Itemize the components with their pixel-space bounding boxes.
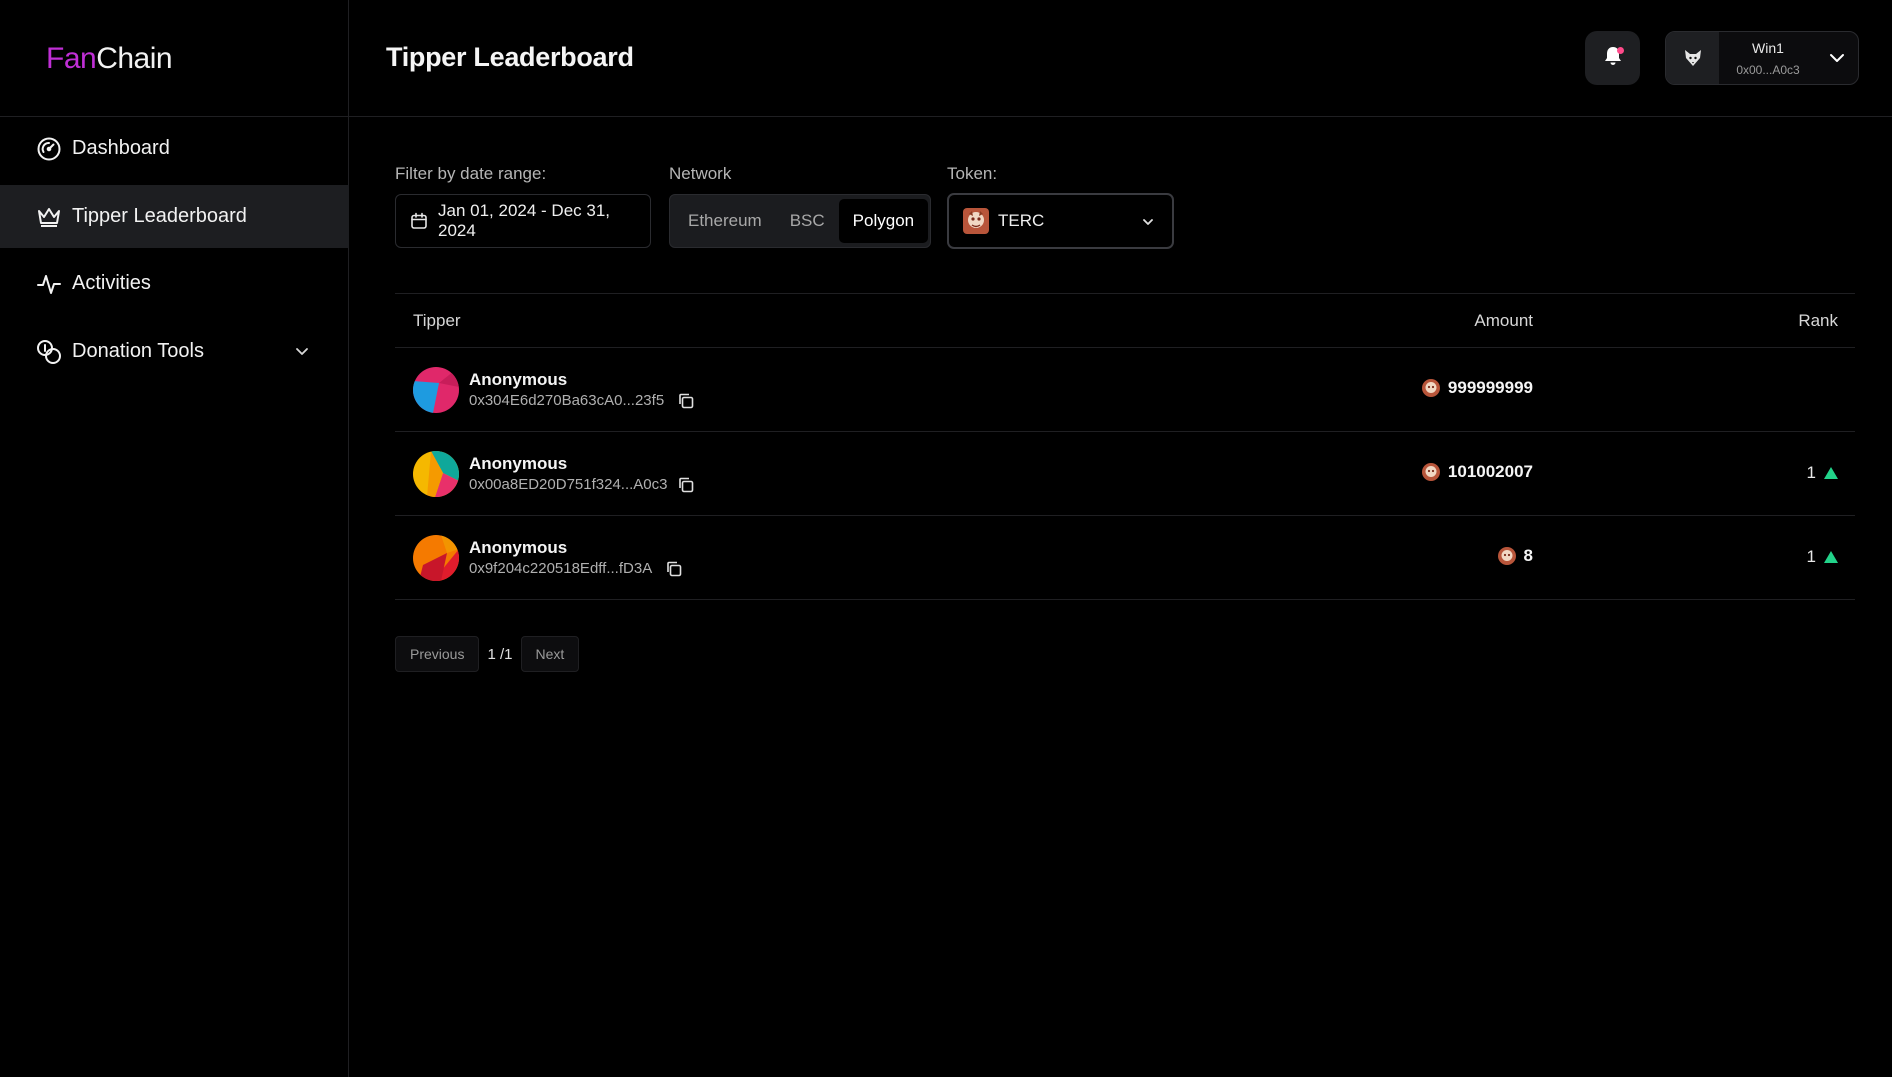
date-filter-label: Filter by date range: — [395, 164, 547, 183]
token-logo-icon — [1421, 463, 1440, 481]
token-value: TERC — [998, 211, 1045, 230]
avatar — [413, 451, 459, 497]
wolf-avatar-icon — [1684, 50, 1701, 66]
sidebar-item-activities[interactable]: Activities — [0, 252, 349, 315]
crown-icon — [36, 204, 62, 230]
user-profile-menu[interactable]: Win1 0x00...A0c3 — [1665, 31, 1859, 85]
tip-amount: 999999999 — [1421, 378, 1533, 398]
tip-amount-value: 101002007 — [1447, 462, 1533, 481]
notification-dot — [1617, 47, 1624, 54]
tip-amount-value: 8 — [1523, 546, 1533, 565]
token-filter-label: Token: — [947, 164, 998, 183]
avatar — [413, 367, 459, 413]
network-selector: Ethereum BSC Polygon — [669, 194, 931, 248]
network-option-ethereum[interactable]: Ethereum — [674, 199, 776, 243]
calendar-icon — [410, 212, 428, 230]
top-header: Tipper Leaderboard Win1 0x00...A0c3 — [349, 0, 1892, 117]
sidebar: FanChain Dashboard Tipper Leaderboard Ac… — [0, 0, 349, 1077]
rank-value: 1 — [1806, 463, 1816, 482]
chevron-down-icon — [1828, 49, 1846, 72]
sidebar-item-label: Dashboard — [72, 137, 170, 159]
sidebar-item-label: Donation Tools — [72, 340, 204, 362]
tip-amount-value: 999999999 — [1447, 378, 1533, 397]
network-option-polygon[interactable]: Polygon — [838, 199, 929, 243]
tip-amount: 8 — [1497, 546, 1533, 566]
token-logo-icon — [1421, 379, 1440, 397]
rank-value: 1 — [1806, 547, 1816, 566]
logo-part-chain: Chain — [96, 42, 173, 75]
copy-icon[interactable] — [677, 392, 695, 415]
date-range-picker[interactable]: Jan 01, 2024 - Dec 31, 2024 — [395, 194, 651, 248]
rank-up-icon — [1824, 551, 1838, 563]
tipper-address: 0x9f204c220518Edff...fD3A — [469, 560, 653, 577]
activity-icon — [36, 271, 62, 297]
table-header: Tipper Amount Rank — [395, 293, 1855, 348]
next-page-button[interactable]: Next — [520, 636, 580, 672]
rank-cell: 1 — [1807, 463, 1838, 483]
copy-icon[interactable] — [665, 560, 683, 583]
avatar — [413, 535, 459, 581]
sidebar-item-donation-tools[interactable]: Donation Tools — [0, 320, 349, 383]
tipper-name: Anonymous — [469, 454, 568, 473]
sidebar-item-tipper-leaderboard[interactable]: Tipper Leaderboard — [0, 185, 349, 248]
chevron-down-icon[interactable] — [293, 342, 311, 360]
rank-up-icon — [1824, 467, 1838, 479]
tipper-name: Anonymous — [469, 370, 568, 389]
network-option-bsc[interactable]: BSC — [776, 199, 839, 243]
chevron-down-icon — [1140, 214, 1156, 235]
token-select[interactable]: TERC — [947, 193, 1174, 249]
page-indicator: 1 /1 — [487, 646, 512, 663]
tip-amount: 101002007 — [1421, 462, 1533, 482]
table-row[interactable]: Anonymous 0x9f204c220518Edff...fD3A 8 1 — [395, 516, 1855, 600]
column-header-tipper: Tipper — [413, 311, 461, 330]
column-header-rank: Rank — [1798, 311, 1838, 330]
notification-button[interactable] — [1585, 31, 1640, 85]
fanchain-logo[interactable]: FanChain — [46, 42, 173, 76]
token-logo-icon — [963, 208, 989, 234]
token-logo-icon — [1497, 547, 1516, 565]
column-header-amount: Amount — [1474, 311, 1533, 330]
date-range-value: Jan 01, 2024 - Dec 31, 2024 — [438, 201, 611, 240]
user-name: Win1 — [1752, 40, 1784, 56]
tipper-address: 0x304E6d270Ba63cA0...23f5 — [469, 392, 665, 409]
page-title: Tipper Leaderboard — [386, 42, 634, 72]
pagination: Previous 1 /1 Next — [395, 636, 580, 672]
sidebar-item-dashboard[interactable]: Dashboard — [0, 117, 349, 180]
previous-page-button[interactable]: Previous — [395, 636, 480, 672]
tipper-name: Anonymous — [469, 538, 568, 557]
sidebar-item-label: Tipper Leaderboard — [72, 205, 247, 227]
logo-part-fan: Fan — [46, 42, 97, 75]
gauge-icon — [36, 136, 62, 162]
sidebar-item-label: Activities — [72, 272, 151, 294]
user-address: 0x00...A0c3 — [1736, 63, 1800, 77]
total-pages: /1 — [499, 645, 513, 663]
leaderboard-table: Tipper Amount Rank Anonymous 0x304E6d270… — [395, 293, 1855, 600]
tipper-address: 0x00a8ED20D751f324...A0c3 — [469, 476, 668, 493]
rank-cell: 1 — [1807, 547, 1838, 567]
coins-icon — [36, 339, 62, 365]
avatar — [1666, 32, 1719, 84]
copy-icon[interactable] — [677, 476, 695, 499]
current-page: 1 — [487, 645, 496, 663]
table-row[interactable]: Anonymous 0x00a8ED20D751f324...A0c3 1010… — [395, 432, 1855, 516]
network-filter-label: Network — [669, 164, 732, 183]
table-row[interactable]: Anonymous 0x304E6d270Ba63cA0...23f5 9999… — [395, 348, 1855, 432]
